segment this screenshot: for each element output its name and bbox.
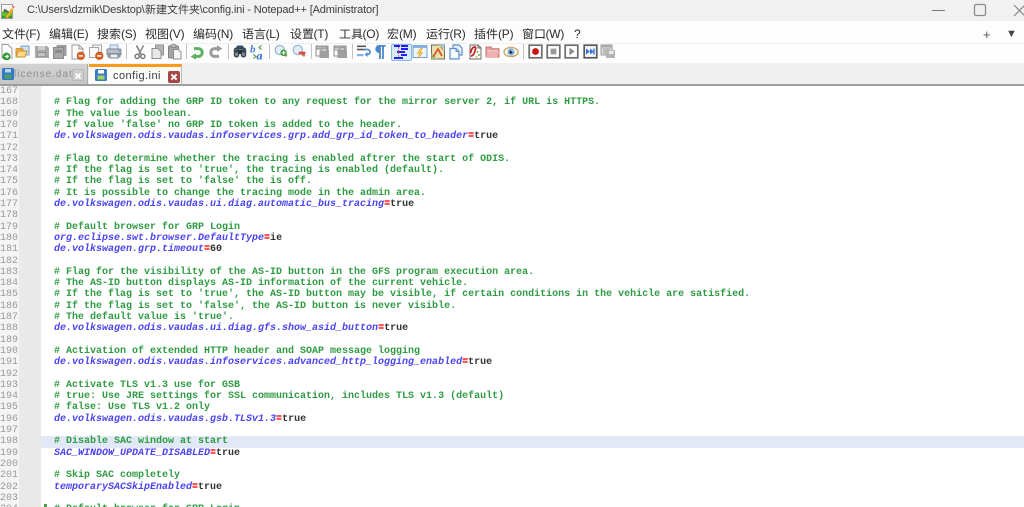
svg-text:a: a <box>257 49 263 61</box>
svg-text:b: b <box>250 44 256 56</box>
